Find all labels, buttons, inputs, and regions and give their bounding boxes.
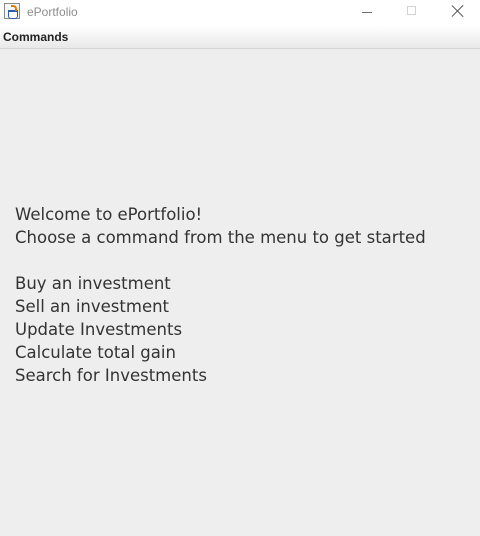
maximize-button[interactable] [389,0,435,25]
window-title: ePortfolio [27,5,78,19]
java-cup-icon[interactable] [4,3,20,19]
title-bar[interactable]: ePortfolio [0,0,480,25]
option-sell: Sell an investment [15,297,170,316]
menu-bar: Commands [0,25,480,49]
welcome-panel: Welcome to ePortfolio! Choose a command … [15,203,475,387]
close-button[interactable] [434,0,480,25]
instruction-text: Choose a command from the menu to get st… [15,228,426,247]
maximize-icon [407,6,416,15]
option-search: Search for Investments [15,366,207,385]
close-icon [451,4,465,18]
minimize-button[interactable] [344,0,390,25]
commands-menu[interactable]: Commands [0,25,71,48]
option-buy: Buy an investment [15,274,171,293]
option-update: Update Investments [15,320,183,339]
minimize-icon [362,12,372,13]
option-gain: Calculate total gain [15,343,176,362]
welcome-text: Welcome to ePortfolio! [15,205,203,224]
